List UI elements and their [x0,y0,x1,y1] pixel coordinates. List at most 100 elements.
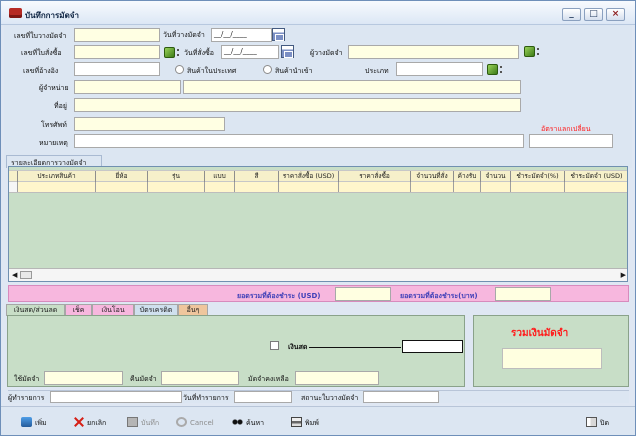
type-field[interactable] [396,62,483,76]
po-date-field[interactable]: __/__/____ [221,45,279,59]
total-baht-label: ยอดรวมที่ต้องชำระ(บาท) [400,292,478,300]
horizontal-scrollbar[interactable]: ◀ ▶ [9,268,627,281]
remaining-deposit-field[interactable] [295,371,379,385]
total-baht-field[interactable] [495,287,551,301]
note-field[interactable] [74,134,524,148]
table-cell[interactable] [481,182,511,192]
scroll-left-icon[interactable]: ◀ [12,271,17,279]
refund-deposit-label: คืนมัดจำ [130,375,157,383]
row-indicator[interactable] [9,182,18,192]
column-header[interactable]: ค้างรับ [454,171,481,182]
domestic-label: สินค้าในประเทศ [187,67,237,75]
table-cell[interactable] [454,182,481,192]
po-lookup-icon[interactable] [164,47,179,58]
column-header[interactable]: แบบ [205,171,235,182]
depositor-field[interactable] [348,45,519,59]
total-bar: ยอดรวมที่ต้องชำระ (USD) ยอดรวมที่ต้องชำร… [8,285,629,302]
print-label: พิมพ์ [305,419,319,427]
table-cell[interactable] [511,182,565,192]
cash-line [309,347,401,348]
cash-checkbox[interactable] [270,341,279,350]
close-button[interactable]: ปิด [586,417,609,429]
domestic-radio[interactable] [175,65,184,74]
status-bar: ผู้ทำรายการ วันที่ทำรายการ สถานะใบวางมัด… [8,390,629,403]
column-header[interactable]: รุ่น [148,171,205,182]
details-grid[interactable]: ประเภทสินค้า ยี่ห้อ รุ่น แบบ สี ราคาสั่ง… [8,166,628,282]
seller-code-field[interactable] [74,80,181,94]
grid-header: ประเภทสินค้า ยี่ห้อ รุ่น แบบ สี ราคาสั่ง… [9,170,627,182]
cancel-button[interactable]: Cancel [176,417,214,429]
use-deposit-label: ใช้มัดจำ [14,375,40,383]
reference-no-field[interactable] [74,62,160,76]
add-label: เพิ่ม [35,419,47,427]
table-cell[interactable] [411,182,454,192]
import-label: สินค้านำเข้า [275,67,313,75]
save-icon [127,417,138,427]
exit-icon [586,417,597,427]
column-header[interactable]: จำนวนที่สั่ง [411,171,454,182]
import-radio[interactable] [263,65,272,74]
table-cell[interactable] [235,182,279,192]
column-header[interactable]: ยี่ห้อ [96,171,148,182]
type-lookup-icon[interactable] [487,64,502,75]
column-header[interactable]: จำนวน [481,171,511,182]
column-header[interactable]: ชำระมัดจำ (USD) [565,171,627,182]
search-icon [232,417,243,427]
column-header[interactable]: ราคาสั่งซื้อ [339,171,411,182]
phone-field[interactable] [74,117,225,131]
table-cell[interactable] [96,182,148,192]
transaction-date-label: วันที่ทำรายการ [183,394,229,402]
add-button[interactable]: เพิ่ม [21,417,47,429]
cash-label: เงินสด [288,343,308,351]
use-deposit-field[interactable] [44,371,123,385]
depositor-lookup-icon[interactable] [524,46,539,57]
total-usd-label: ยอดรวมที่ต้องชำระ (USD) [237,292,321,300]
table-cell[interactable] [205,182,235,192]
total-usd-field[interactable] [335,287,391,301]
po-date-calendar-icon[interactable] [281,45,294,58]
cancel-label: Cancel [190,419,214,427]
minimize-button[interactable]: _ [562,8,581,21]
table-row[interactable] [9,182,627,193]
maker-label: ผู้ทำรายการ [8,394,45,402]
table-cell[interactable] [279,182,339,192]
column-header[interactable]: สี [235,171,279,182]
column-header[interactable]: ประเภทสินค้า [18,171,96,182]
deposit-no-field[interactable] [74,28,160,42]
save-button[interactable]: บันทึก [127,417,159,429]
column-header[interactable]: ราคาสั่งซื้อ (USD) [279,171,339,182]
column-header[interactable]: ชำระมัดจำ(%) [511,171,565,182]
cash-amount-field[interactable] [402,340,463,353]
table-cell[interactable] [339,182,411,192]
search-button[interactable]: ค้นหา [232,417,264,429]
print-icon [291,417,302,427]
maximize-button[interactable]: □ [584,8,603,21]
summary-total-field[interactable] [502,348,602,369]
seller-name-field[interactable] [183,80,521,94]
print-button[interactable]: พิมพ์ [291,417,319,429]
table-cell[interactable] [565,182,627,192]
deposit-date-field[interactable]: __/__/____ [211,28,272,42]
address-label: ที่อยู่ [54,102,67,110]
remaining-deposit-label: มัดจำคงเหลือ [248,375,289,383]
window-title: บันทึกการมัดจำ [25,11,79,20]
refund-deposit-field[interactable] [161,371,239,385]
cancel-item-icon [73,417,84,427]
table-cell[interactable] [148,182,205,192]
scroll-thumb[interactable] [20,271,32,279]
note-label: หมายเหตุ [39,139,68,147]
close-window-button[interactable]: × [606,8,625,21]
address-field[interactable] [74,98,521,112]
po-no-field[interactable] [74,45,160,59]
scroll-right-icon[interactable]: ▶ [621,271,626,279]
title-bar: บันทึกการมัดจำ _ □ × [1,1,635,25]
deposit-status-label: สถานะใบวางมัดจำ [301,394,359,402]
exchange-rate-field[interactable] [529,134,613,148]
cancel-item-button[interactable]: ยกเลิก [73,417,106,429]
deposit-summary-panel: รวมเงินมัดจำ [473,315,629,387]
reference-no-label: เลขที่อ้างอิง [23,67,59,75]
summary-title: รวมเงินมัดจำ [511,328,569,339]
seller-label: ผู้จำหน่าย [39,84,69,92]
table-cell[interactable] [18,182,96,192]
deposit-date-calendar-icon[interactable] [272,28,285,41]
